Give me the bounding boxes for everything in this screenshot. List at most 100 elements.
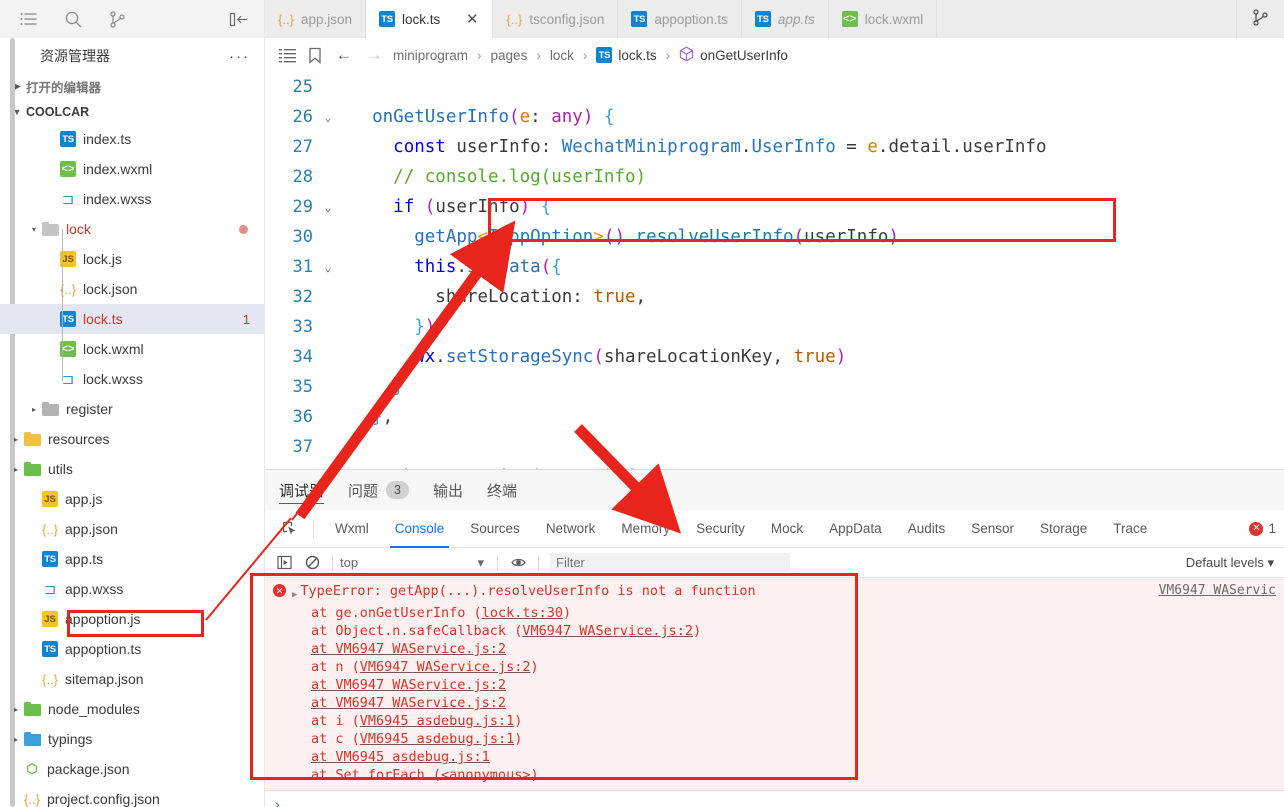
inspect-element-icon[interactable] <box>275 516 305 542</box>
tree-item-app-js[interactable]: JS app.js <box>0 484 264 514</box>
execution-context-icon[interactable] <box>271 551 297 575</box>
devtools-tab-trace[interactable]: Trace <box>1100 510 1160 548</box>
devtools-tab-sources[interactable]: Sources <box>457 510 533 548</box>
breadcrumb-item-lock-ts[interactable]: TS lock.ts <box>596 47 657 63</box>
console-filter-input[interactable] <box>550 553 790 572</box>
devtools-tab-mock[interactable]: Mock <box>758 510 816 548</box>
breadcrumb-item-lock[interactable]: lock <box>550 48 574 63</box>
code-line[interactable]: 30 getApp<IAppOption>().resolveUserInfo(… <box>265 222 1284 252</box>
source-link[interactable]: VM6947 WAService.js:2 <box>360 659 531 675</box>
tree-item-project-config-json[interactable]: {..} project.config.json <box>0 784 264 807</box>
code-line[interactable]: 35 } <box>265 372 1284 402</box>
code-line[interactable]: 31 ⌄ this.setData({ <box>265 252 1284 282</box>
tree-item-app-ts[interactable]: TS app.ts <box>0 544 264 574</box>
console-stack-line[interactable]: at Set.forEach (<anonymous>) <box>265 766 1284 784</box>
tree-item-lock-json[interactable]: {..} lock.json <box>0 274 264 304</box>
devtools-tab-memory[interactable]: Memory <box>608 510 683 548</box>
tree-item-register[interactable]: ▸ register <box>0 394 264 424</box>
tab-tsconfig-json[interactable]: {..} tsconfig.json <box>493 0 619 38</box>
tree-item-appoption-js[interactable]: JS appoption.js <box>0 604 264 634</box>
source-control-icon[interactable] <box>106 8 128 30</box>
breadcrumb-item-pages[interactable]: pages <box>491 48 528 63</box>
tab-app-json[interactable]: {..} app.json <box>265 0 367 38</box>
code-editor[interactable]: 25 26 ⌄ onGetUserInfo(e: any) {27 const us… <box>265 72 1284 469</box>
tree-item-index-ts[interactable]: TS index.ts <box>0 124 264 154</box>
breadcrumb-item-symbol[interactable]: onGetUserInfo <box>679 46 788 65</box>
tab-lock-wxml[interactable]: <> lock.wxml <box>828 0 938 38</box>
more-actions-icon[interactable]: ··· <box>229 48 250 65</box>
fold-toggle-icon[interactable]: ⌄ <box>317 192 339 222</box>
expand-caret-icon[interactable]: ▶ <box>292 586 297 604</box>
tab-lock-ts[interactable]: TS lock.ts ✕ <box>366 0 494 38</box>
chevron-down-icon[interactable]: ▾ <box>26 225 42 234</box>
collapse-panel-icon[interactable] <box>228 8 250 30</box>
console-stack-line[interactable]: at VM6947 WAService.js:2 <box>265 640 1284 658</box>
code-line[interactable]: 38⌄ onShareLocation(e: any) { <box>265 462 1284 469</box>
tree-item-app-wxss[interactable]: ⊐ app.wxss <box>0 574 264 604</box>
section-open-editors[interactable]: ▶ 打开的编辑器 <box>0 74 264 99</box>
source-link[interactable]: VM6947 WAService.js:2 <box>522 623 693 639</box>
devtools-tab-sensor[interactable]: Sensor <box>958 510 1027 548</box>
fold-toggle-icon[interactable]: ⌄ <box>317 462 339 469</box>
source-link[interactable]: at VM6947 WAService.js:2 <box>311 695 506 711</box>
chevron-right-icon[interactable]: ▸ <box>8 435 24 444</box>
tree-item-node_modules[interactable]: ▸ node_modules <box>0 694 264 724</box>
bookmark-icon[interactable] <box>305 45 325 65</box>
console-stack-line[interactable]: at n (VM6947 WAService.js:2) <box>265 658 1284 676</box>
code-line[interactable]: 37 <box>265 432 1284 462</box>
console-error-entry[interactable]: ✕ ▶ TypeError: getApp(...).resolveUserIn… <box>265 578 1284 791</box>
tree-item-lock-wxml[interactable]: <> lock.wxml <box>0 334 264 364</box>
source-link[interactable]: at VM6945 asdebug.js:1 <box>311 749 490 765</box>
console-stack-line[interactable]: at VM6947 WAService.js:2 <box>265 694 1284 712</box>
panel-tab-output[interactable]: 输出 <box>433 470 463 510</box>
tree-item-appoption-ts[interactable]: TS appoption.ts <box>0 634 264 664</box>
devtools-tab-console[interactable]: Console <box>382 510 458 548</box>
source-link[interactable]: at VM6947 WAService.js:2 <box>311 677 506 693</box>
panel-tab-problems[interactable]: 问题 3 <box>348 470 409 510</box>
console-stack-line[interactable]: at Object.n.safeCallback (VM6947 WAServi… <box>265 622 1284 640</box>
panel-tab-terminal[interactable]: 终端 <box>487 470 517 510</box>
fold-toggle-icon[interactable]: ⌄ <box>317 102 339 132</box>
code-line[interactable]: 27 const userInfo: WechatMiniprogram.Use… <box>265 132 1284 162</box>
code-line[interactable]: 34 wx.setStorageSync(shareLocationKey, t… <box>265 342 1284 372</box>
devtools-error-indicator[interactable]: ✕ 1 <box>1249 521 1284 536</box>
tree-item-lock-wxss[interactable]: ⊐ lock.wxss <box>0 364 264 394</box>
code-line[interactable]: 33 }) <box>265 312 1284 342</box>
devtools-tab-storage[interactable]: Storage <box>1027 510 1100 548</box>
breadcrumb-item-miniprogram[interactable]: miniprogram <box>393 48 468 63</box>
tree-item-app-json[interactable]: {..} app.json <box>0 514 264 544</box>
source-link[interactable]: VM6945 asdebug.js:1 <box>360 713 514 729</box>
tree-item-lock[interactable]: ▾ lock <box>0 214 264 244</box>
console-error-header[interactable]: ✕ ▶ TypeError: getApp(...).resolveUserIn… <box>265 582 1284 604</box>
code-line[interactable]: 28 // console.log(userInfo) <box>265 162 1284 192</box>
source-link[interactable]: lock.ts:30 <box>482 605 563 621</box>
tab-appoption-ts[interactable]: TS appoption.ts <box>618 0 742 38</box>
tab-app-ts[interactable]: TS app.ts <box>741 0 829 38</box>
chevron-right-icon[interactable]: ▸ <box>8 705 24 714</box>
log-levels-dropdown[interactable]: Default levels ▾ <box>1186 555 1284 571</box>
execution-context-select[interactable]: top ▾ <box>340 555 490 571</box>
tree-item-index-wxml[interactable]: <> index.wxml <box>0 154 264 184</box>
source-link[interactable]: at VM6947 WAService.js:2 <box>311 641 506 657</box>
list-icon[interactable] <box>18 8 40 30</box>
fold-toggle-icon[interactable]: ⌄ <box>317 252 339 282</box>
devtools-tab-audits[interactable]: Audits <box>895 510 959 548</box>
tree-item-lock-ts[interactable]: TS lock.ts 1 <box>0 304 264 334</box>
tree-item-index-wxss[interactable]: ⊐ index.wxss <box>0 184 264 214</box>
tree-item-resources[interactable]: ▸ resources <box>0 424 264 454</box>
console-output[interactable]: ✕ ▶ TypeError: getApp(...).resolveUserIn… <box>265 578 1284 807</box>
source-link[interactable]: VM6945 asdebug.js:1 <box>360 731 514 747</box>
chevron-right-icon[interactable]: ▸ <box>8 735 24 744</box>
source-control-icon[interactable] <box>1251 8 1270 30</box>
outline-icon[interactable] <box>277 45 297 65</box>
code-line[interactable]: 32 shareLocation: true, <box>265 282 1284 312</box>
devtools-tab-appdata[interactable]: AppData <box>816 510 895 548</box>
tree-item-typings[interactable]: ▸ typings <box>0 724 264 754</box>
panel-tab-debugger[interactable]: 调试器 <box>279 470 325 510</box>
console-stack-line[interactable]: at VM6947 WAService.js:2 <box>265 676 1284 694</box>
close-icon[interactable]: ✕ <box>465 12 479 27</box>
tree-item-lock-js[interactable]: JS lock.js <box>0 244 264 274</box>
chevron-right-icon[interactable]: ▸ <box>8 465 24 474</box>
console-stack-line[interactable]: at i (VM6945 asdebug.js:1) <box>265 712 1284 730</box>
live-expression-icon[interactable] <box>505 551 531 575</box>
